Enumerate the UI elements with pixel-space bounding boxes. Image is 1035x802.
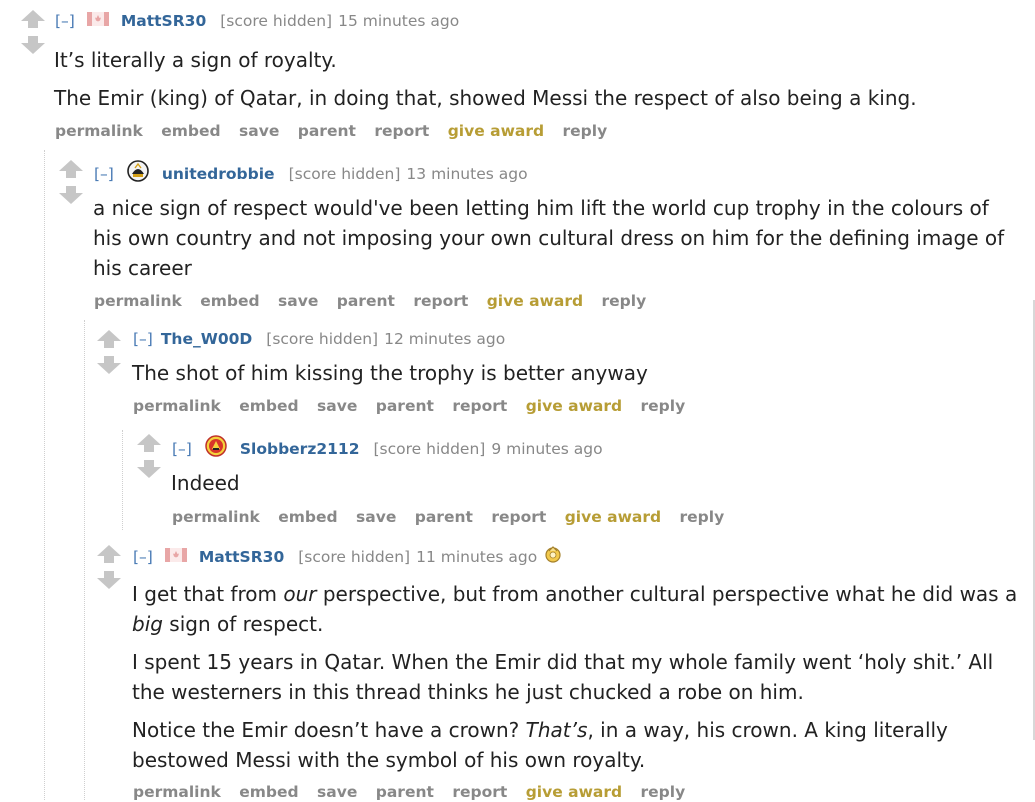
downvote-arrow-icon[interactable] — [58, 186, 84, 204]
newcastle-crest-icon — [126, 160, 150, 187]
score-hidden: [score hidden] — [288, 164, 401, 183]
embed-button[interactable]: embed — [278, 508, 337, 526]
collapse-toggle[interactable]: [–] — [172, 439, 192, 459]
give-award-button[interactable]: give award — [448, 122, 544, 140]
comment-actions: permalink embed save parent report give … — [55, 121, 620, 141]
upvote-arrow-icon[interactable] — [96, 545, 122, 563]
permalink-button[interactable]: permalink — [94, 292, 182, 310]
downvote-arrow-icon[interactable] — [136, 460, 162, 478]
comment-body: I get that from our perspective, but fro… — [132, 579, 1022, 783]
comment-actions: permalink embed save parent report give … — [133, 782, 698, 802]
report-button[interactable]: report — [374, 122, 429, 140]
downvote-arrow-icon[interactable] — [96, 571, 122, 589]
thread-line-level-1 — [44, 150, 45, 800]
canada-flag-icon — [86, 11, 109, 31]
reply-button[interactable]: reply — [641, 397, 686, 415]
parent-button[interactable]: parent — [337, 292, 395, 310]
give-award-button[interactable]: give award — [526, 783, 622, 801]
upvote-arrow-icon[interactable] — [20, 10, 46, 28]
give-award-button[interactable]: give award — [526, 397, 622, 415]
canada-flag-icon — [164, 547, 187, 567]
comment-actions: permalink embed save parent report give … — [133, 396, 698, 416]
comment-paragraph: I spent 15 years in Qatar. When the Emir… — [132, 650, 994, 704]
comment-author[interactable]: unitedrobbie — [162, 164, 275, 184]
permalink-button[interactable]: permalink — [133, 783, 221, 801]
reply-button[interactable]: reply — [641, 783, 686, 801]
reply-button[interactable]: reply — [602, 292, 647, 310]
comment-time: 9 minutes ago — [491, 439, 603, 458]
embed-button[interactable]: embed — [239, 397, 298, 415]
upvote-arrow-icon[interactable] — [58, 160, 84, 178]
collapse-toggle[interactable]: [–] — [133, 547, 153, 567]
comment-paragraph: It’s literally a sign of royalty. — [54, 48, 337, 72]
comment-paragraph: Notice the Emir doesn’t have a crown? Th… — [132, 718, 948, 772]
comment-actions: permalink embed save parent report give … — [172, 507, 737, 527]
permalink-button[interactable]: permalink — [172, 508, 260, 526]
collapse-toggle[interactable]: [–] — [55, 11, 75, 31]
permalink-button[interactable]: permalink — [55, 122, 143, 140]
score-hidden: [score hidden] — [373, 439, 486, 458]
comment-tagline: [–] unitedrobbie [score hidden] 13 minut… — [94, 160, 528, 187]
comment-time: 13 minutes ago — [406, 164, 528, 183]
comment-body: a nice sign of respect would've been let… — [93, 193, 1023, 291]
award-icon[interactable] — [544, 545, 562, 568]
embed-button[interactable]: embed — [161, 122, 220, 140]
comment-author[interactable]: The_W00D — [161, 329, 252, 349]
comment-paragraph: a nice sign of respect would've been let… — [93, 196, 1005, 280]
comment-paragraph: The Emir (king) of Qatar, in doing that,… — [54, 86, 917, 110]
report-button[interactable]: report — [413, 292, 468, 310]
emphasis-big: big — [132, 612, 163, 636]
downvote-arrow-icon[interactable] — [20, 36, 46, 54]
permalink-button[interactable]: permalink — [133, 397, 221, 415]
collapse-toggle[interactable]: [–] — [133, 329, 153, 349]
save-button[interactable]: save — [356, 508, 396, 526]
upvote-arrow-icon[interactable] — [136, 434, 162, 452]
comment-tagline: [–] Slobberz2112 [score hidden] 9 minute… — [172, 435, 603, 462]
thread-line-level-3 — [122, 430, 123, 530]
score-hidden: [score hidden] — [298, 547, 411, 566]
manchester-united-crest-icon — [204, 435, 228, 462]
comment-time: 15 minutes ago — [338, 12, 460, 30]
comment-paragraph: I get that from our perspective, but fro… — [132, 582, 1018, 636]
upvote-arrow-icon[interactable] — [96, 330, 122, 348]
comment-author[interactable]: MattSR30 — [121, 11, 206, 31]
downvote-arrow-icon[interactable] — [96, 356, 122, 374]
comment-body: The shot of him kissing the trophy is be… — [132, 358, 1022, 396]
comment-body: It’s literally a sign of royalty. The Em… — [54, 45, 1024, 121]
comment-tagline: [–] MattSR30 [score hidden] 11 minutes a… — [133, 545, 562, 568]
report-button[interactable]: report — [491, 508, 546, 526]
give-award-button[interactable]: give award — [565, 508, 661, 526]
parent-button[interactable]: parent — [376, 397, 434, 415]
emphasis-thats: That’s — [525, 718, 588, 742]
comment-author[interactable]: MattSR30 — [199, 547, 284, 567]
thread-line-level-2 — [84, 320, 85, 800]
reply-button[interactable]: reply — [563, 122, 608, 140]
give-award-button[interactable]: give award — [487, 292, 583, 310]
save-button[interactable]: save — [317, 397, 357, 415]
reply-button[interactable]: reply — [680, 508, 725, 526]
score-hidden: [score hidden] — [266, 330, 379, 348]
comment-paragraph: Indeed — [171, 471, 240, 495]
embed-button[interactable]: embed — [239, 783, 298, 801]
comment-time: 12 minutes ago — [384, 330, 506, 348]
report-button[interactable]: report — [452, 783, 507, 801]
comment-tagline: [–] MattSR30 [score hidden] 15 minutes a… — [55, 11, 459, 31]
parent-button[interactable]: parent — [376, 783, 434, 801]
comment-paragraph: The shot of him kissing the trophy is be… — [132, 361, 648, 385]
save-button[interactable]: save — [317, 783, 357, 801]
parent-button[interactable]: parent — [415, 508, 473, 526]
emphasis-our: our — [283, 582, 317, 606]
comment-author[interactable]: Slobberz2112 — [240, 439, 360, 459]
comment-tagline: [–] The_W00D [score hidden] 12 minutes a… — [133, 329, 505, 349]
embed-button[interactable]: embed — [200, 292, 259, 310]
collapse-toggle[interactable]: [–] — [94, 164, 114, 184]
save-button[interactable]: save — [278, 292, 318, 310]
comment-body: Indeed — [171, 468, 1021, 506]
comment-actions: permalink embed save parent report give … — [94, 291, 659, 311]
score-hidden: [score hidden] — [220, 12, 333, 30]
report-button[interactable]: report — [452, 397, 507, 415]
comment-time: 11 minutes ago — [416, 547, 538, 566]
parent-button[interactable]: parent — [298, 122, 356, 140]
save-button[interactable]: save — [239, 122, 279, 140]
